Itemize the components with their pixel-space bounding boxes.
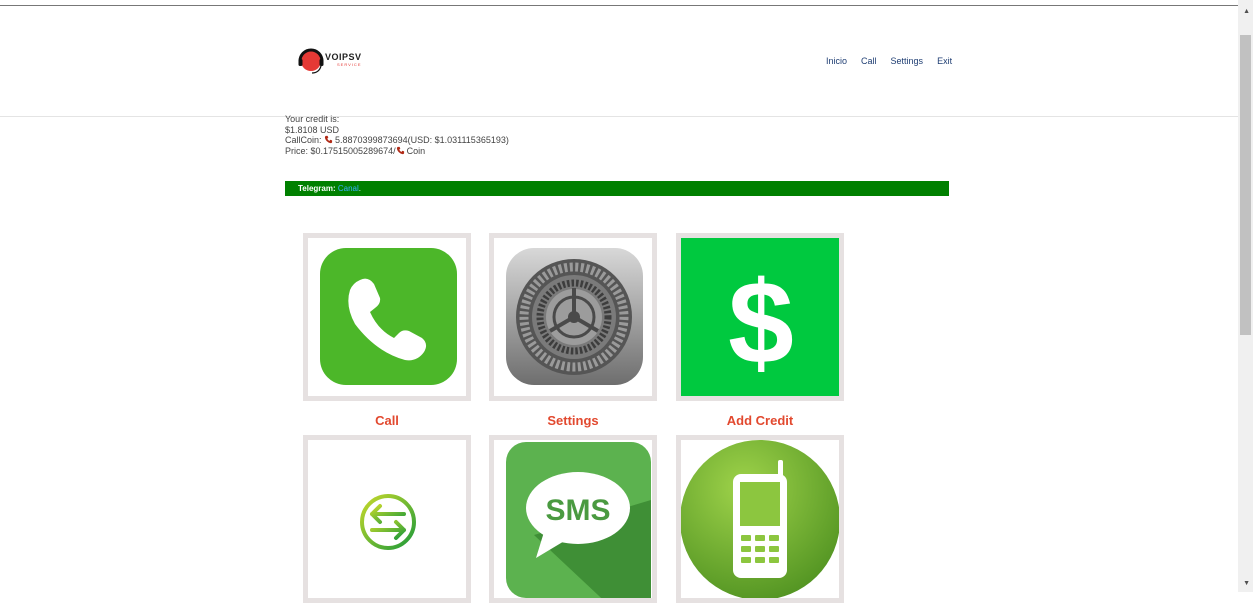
main-nav: Inicio Call Settings Exit	[826, 56, 966, 66]
mobile-tile[interactable]	[676, 435, 844, 603]
top-border	[0, 5, 1238, 6]
brand-tagline: SERVICE	[337, 62, 362, 67]
svg-text:$: $	[728, 257, 794, 389]
telegram-label: Telegram:	[298, 184, 336, 193]
vertical-scrollbar[interactable]: ▲ ▼	[1238, 0, 1253, 592]
callcoin-value: 5.8870399873694(USD: $1.031115365193)	[335, 135, 509, 145]
credit-amount: $1.8108 USD	[285, 124, 340, 135]
callcoin-line: CallCoin: 5.8870399873694(USD: $1.031115…	[285, 135, 509, 146]
price-prefix: Price: $0.17515005289674/	[285, 145, 396, 156]
transfer-tile[interactable]	[303, 435, 471, 603]
telegram-banner: Telegram: Canal.	[285, 181, 949, 196]
nav-inicio[interactable]: Inicio	[826, 56, 847, 66]
phone-coin-icon	[324, 135, 333, 144]
scroll-up-icon[interactable]: ▲	[1243, 8, 1250, 15]
sms-tile[interactable]: SMS	[489, 435, 657, 603]
callcoin-prefix: CallCoin:	[285, 135, 322, 145]
scroll-thumb[interactable]	[1240, 35, 1251, 335]
settings-tile[interactable]	[489, 233, 657, 401]
telegram-suffix: .	[358, 184, 362, 193]
credit-label: Your credit is:	[285, 114, 340, 124]
credit-info: Your credit is: $1.8108 USD CallCoin: 5.…	[285, 114, 509, 156]
header-divider	[0, 116, 1238, 117]
transfer-arrows-icon	[360, 494, 416, 550]
price-suffix: Coin	[406, 145, 426, 156]
telegram-link[interactable]: Canal	[338, 184, 359, 193]
add-credit-label[interactable]: Add Credit	[676, 413, 844, 428]
sms-icon: SMS	[506, 442, 651, 598]
dollar-icon: $	[681, 238, 839, 396]
nav-settings[interactable]: Settings	[891, 56, 924, 66]
phone-coin-icon	[396, 146, 404, 154]
nav-call[interactable]: Call	[861, 56, 877, 66]
gear-icon	[506, 248, 643, 385]
call-tile[interactable]	[303, 233, 471, 401]
brand-logo[interactable]: VOIPSV SERVICE	[297, 46, 387, 76]
scroll-down-icon[interactable]: ▼	[1243, 580, 1250, 587]
price-line: Price: $0.17515005289674/ Coin	[285, 146, 509, 157]
brand-name: VOIPSV	[325, 52, 362, 62]
call-label[interactable]: Call	[303, 413, 471, 428]
headset-logo-icon	[298, 48, 324, 74]
settings-label[interactable]: Settings	[489, 413, 657, 428]
nav-exit[interactable]: Exit	[937, 56, 952, 66]
phone-icon	[320, 248, 457, 385]
add-credit-tile[interactable]: $	[676, 233, 844, 401]
mobile-phone-icon	[681, 440, 839, 598]
svg-text:SMS: SMS	[545, 494, 610, 527]
